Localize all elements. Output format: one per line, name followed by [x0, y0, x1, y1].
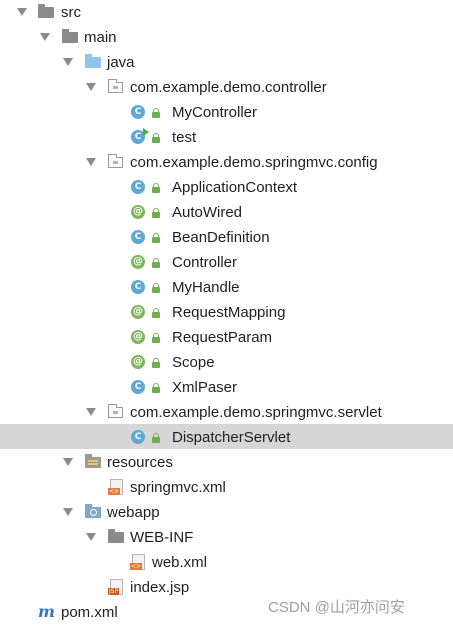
tree-node-label: WEB-INF — [130, 529, 194, 546]
class-icon: C — [131, 380, 145, 394]
tree-node-label: main — [84, 29, 117, 46]
folder-icon — [108, 529, 124, 543]
expand-arrow-icon[interactable] — [86, 533, 96, 541]
expand-arrow-icon[interactable] — [86, 83, 96, 91]
tree-node-label: AutoWired — [172, 204, 243, 221]
class-icon: C — [131, 430, 145, 444]
tree-node-test[interactable]: C test — [0, 125, 453, 150]
folder-icon — [62, 29, 78, 43]
package-icon — [108, 79, 123, 93]
tree-node-mycontroller[interactable]: C MyController — [0, 100, 453, 125]
tree-node-label: MyHandle — [172, 279, 240, 296]
xml-tag-icon: <> — [130, 563, 143, 570]
tree-node-label: BeanDefinition — [172, 229, 270, 246]
lock-icon — [152, 108, 160, 118]
tree-node-label: com.example.demo.springmvc.config — [130, 154, 378, 171]
tree-node-scope[interactable]: @ Scope — [0, 350, 453, 375]
tree-node-beandefinition[interactable]: C BeanDefinition — [0, 225, 453, 250]
expand-arrow-icon[interactable] — [86, 158, 96, 166]
xml-file-icon: <> — [108, 479, 123, 495]
xml-file-icon: <> — [130, 554, 145, 570]
class-icon: C — [131, 280, 145, 294]
resources-folder-icon — [85, 454, 101, 468]
tree-node-label: ApplicationContext — [172, 179, 298, 196]
tree-node-label: Scope — [172, 354, 215, 371]
watermark: CSDN @山河亦问安 — [268, 599, 405, 616]
expand-arrow-icon[interactable] — [63, 58, 73, 66]
expand-arrow-icon[interactable] — [17, 8, 27, 16]
web-folder-icon — [85, 504, 101, 518]
lock-icon — [152, 333, 160, 343]
tree-node-label: Controller — [172, 254, 238, 271]
tree-node-label: com.example.demo.springmvc.servlet — [130, 404, 382, 421]
lock-icon — [152, 183, 160, 193]
tree-node-label: springmvc.xml — [130, 479, 226, 496]
tree-node-label: com.example.demo.controller — [130, 79, 327, 96]
tree-node-dispatcherservlet[interactable]: C DispatcherServlet — [0, 424, 453, 449]
annotation-icon: @ — [131, 255, 145, 269]
tree-node-label: MyController — [172, 104, 258, 121]
tree-node-label: pom.xml — [61, 604, 118, 621]
class-icon: C — [131, 230, 145, 244]
annotation-icon: @ — [131, 330, 145, 344]
tree-node-xmlpaser[interactable]: C XmlPaser — [0, 375, 453, 400]
expand-arrow-icon[interactable] — [40, 33, 50, 41]
maven-icon: m — [38, 602, 55, 621]
jsp-file-icon: JSP — [108, 579, 123, 595]
tree-node-autowired[interactable]: @ AutoWired — [0, 200, 453, 225]
source-folder-icon — [85, 54, 101, 68]
tree-node-label: test — [172, 129, 197, 146]
annotation-icon: @ — [131, 355, 145, 369]
tree-node-webapp[interactable]: webapp — [0, 500, 453, 525]
package-icon — [108, 404, 123, 418]
tree-node-label: RequestParam — [172, 329, 273, 346]
lock-icon — [152, 433, 160, 443]
xml-tag-icon: <> — [108, 488, 121, 495]
tree-node-package-servlet[interactable]: com.example.demo.springmvc.servlet — [0, 400, 453, 425]
tree-node-label: index.jsp — [130, 579, 190, 596]
tree-node-label: src — [61, 4, 81, 21]
tree-node-package-controller[interactable]: com.example.demo.controller — [0, 75, 453, 100]
tree-node-label: resources — [107, 454, 173, 471]
tree-node-java[interactable]: java — [0, 50, 453, 75]
tree-node-src[interactable]: src — [0, 0, 453, 25]
tree-node-controller[interactable]: @ Controller — [0, 250, 453, 275]
annotation-icon: @ — [131, 205, 145, 219]
expand-arrow-icon[interactable] — [63, 458, 73, 466]
tree-node-applicationcontext[interactable]: C ApplicationContext — [0, 175, 453, 200]
tree-node-label: webapp — [107, 504, 160, 521]
tree-node-requestparam[interactable]: @ RequestParam — [0, 325, 453, 350]
tree-node-main[interactable]: main — [0, 25, 453, 50]
tree-node-web-xml[interactable]: <> web.xml — [0, 550, 453, 575]
package-icon — [108, 154, 123, 168]
tree-node-resources[interactable]: resources — [0, 450, 453, 475]
tree-node-myhandle[interactable]: C MyHandle — [0, 275, 453, 300]
class-icon: C — [131, 105, 145, 119]
jsp-tag-icon: JSP — [108, 588, 120, 595]
lock-icon — [152, 258, 160, 268]
lock-icon — [152, 133, 160, 143]
tree-node-label: RequestMapping — [172, 304, 286, 321]
folder-icon — [38, 4, 54, 18]
tree-node-springmvc-xml[interactable]: <> springmvc.xml — [0, 475, 453, 500]
lock-icon — [152, 383, 160, 393]
tree-node-web-inf[interactable]: WEB-INF — [0, 525, 453, 550]
tree-node-requestmapping[interactable]: @ RequestMapping — [0, 300, 453, 325]
lock-icon — [152, 358, 160, 368]
run-icon — [143, 128, 149, 136]
tree-node-label: XmlPaser — [172, 379, 238, 396]
tree-node-label: DispatcherServlet — [172, 429, 291, 446]
lock-icon — [152, 283, 160, 293]
expand-arrow-icon[interactable] — [63, 508, 73, 516]
lock-icon — [152, 233, 160, 243]
lock-icon — [152, 308, 160, 318]
lock-icon — [152, 208, 160, 218]
tree-node-label: java — [107, 54, 135, 71]
tree-node-package-config[interactable]: com.example.demo.springmvc.config — [0, 150, 453, 175]
tree-node-label: web.xml — [152, 554, 208, 571]
class-icon: C — [131, 180, 145, 194]
annotation-icon: @ — [131, 305, 145, 319]
expand-arrow-icon[interactable] — [86, 408, 96, 416]
